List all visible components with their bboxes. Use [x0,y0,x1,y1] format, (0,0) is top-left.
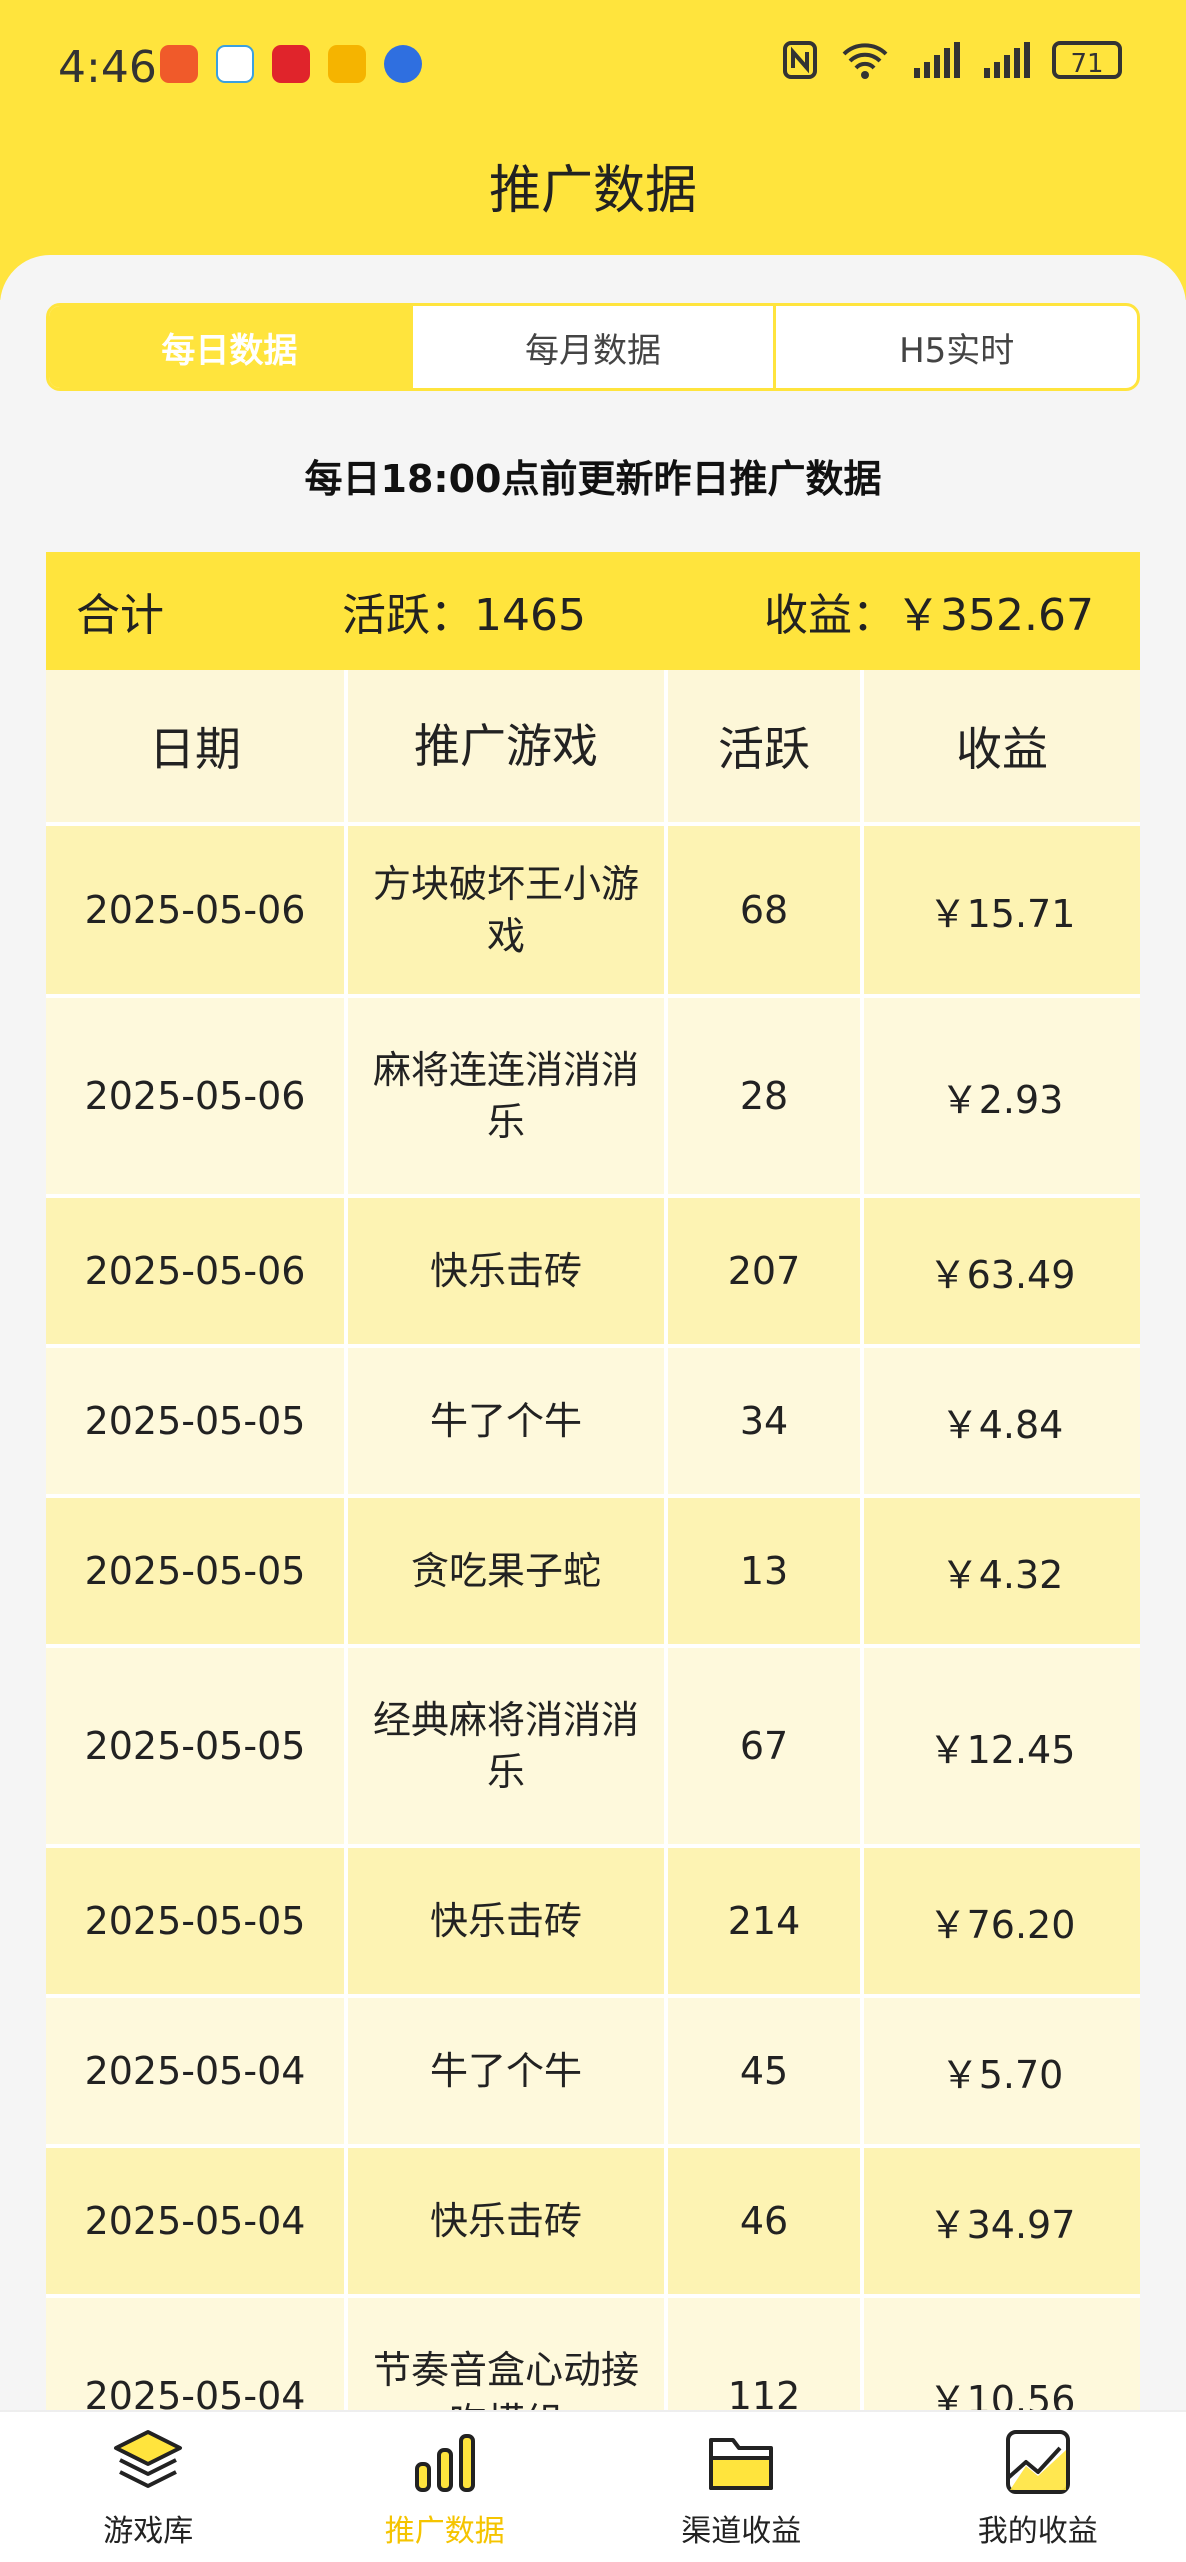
cell-income: ￥4.84 [864,1348,1140,1494]
cell-income: ￥4.32 [864,1498,1140,1644]
summary-income-value: ￥352.67 [896,590,1094,641]
column-header-active: 活跃 [668,670,864,822]
cell-game: 方块破坏王小游戏 [348,826,668,994]
cell-income: ￥5.70 [864,1998,1140,2144]
cell-date: 2025-05-05 [46,1648,348,1844]
cell-date: 2025-05-04 [46,1998,348,2144]
layers-icon [110,2424,186,2500]
mail-icon [328,45,366,83]
app-notification-icon [160,45,198,83]
status-time: 4:46 [58,42,157,93]
app-notification-icon [216,45,254,83]
cell-active: 45 [668,1998,864,2144]
cell-date: 2025-05-06 [46,826,348,994]
table-row[interactable]: 2025-05-05 牛了个牛 34 ￥4.84 [46,1348,1140,1498]
nav-label: 我的收益 [978,2506,1098,2550]
table-row[interactable]: 2025-05-04 快乐击砖 46 ￥34.97 [46,2148,1140,2298]
cell-income: ￥12.45 [864,1648,1140,1844]
nav-promotion-data[interactable]: 推广数据 [297,2412,594,2562]
cell-date: 2025-05-06 [46,1198,348,1344]
app-notification-icon [272,45,310,83]
summary-active: 活跃：1465 [342,579,586,643]
cell-game: 贪吃果子蛇 [348,1498,668,1644]
app-notification-icon [384,45,422,83]
cell-date: 2025-05-05 [46,1498,348,1644]
tab-bar: 每日数据 每月数据 H5实时 [46,303,1140,391]
cell-game: 快乐击砖 [348,2148,668,2294]
cell-game: 牛了个牛 [348,1998,668,2144]
wifi-icon [840,40,890,80]
signal-icon [912,40,960,80]
table-row[interactable]: 2025-05-06 方块破坏王小游戏 68 ￥15.71 [46,826,1140,998]
tab-monthly[interactable]: 每月数据 [410,306,774,388]
column-header-date: 日期 [46,670,348,822]
table-row[interactable]: 2025-05-05 快乐击砖 214 ￥76.20 [46,1848,1140,1998]
notification-icons [160,45,422,83]
status-bar: 4:46 71 [0,0,1186,130]
summary-income: 收益：￥352.67 [764,579,1094,643]
cell-active: 28 [668,998,864,1194]
cell-game: 快乐击砖 [348,1198,668,1344]
cell-income: ￥2.93 [864,998,1140,1194]
summary-label: 合计 [76,579,164,643]
tab-daily[interactable]: 每日数据 [49,306,410,388]
cell-income: ￥34.97 [864,2148,1140,2294]
data-table: 日期 推广游戏 活跃 收益 2025-05-06 方块破坏王小游戏 68 ￥15… [46,670,1140,2498]
cell-active: 214 [668,1848,864,1994]
summary-active-label: 活跃： [342,590,474,641]
cell-date: 2025-05-05 [46,1848,348,1994]
battery-icon: 71 [1052,41,1122,79]
table-row[interactable]: 2025-05-06 快乐击砖 207 ￥63.49 [46,1198,1140,1348]
nav-game-library[interactable]: 游戏库 [0,2412,297,2562]
cell-date: 2025-05-04 [46,2148,348,2294]
table-row[interactable]: 2025-05-06 麻将连连消消消乐 28 ￥2.93 [46,998,1140,1198]
cell-game: 快乐击砖 [348,1848,668,1994]
cell-date: 2025-05-06 [46,998,348,1194]
table-row[interactable]: 2025-05-05 经典麻将消消消乐 67 ￥12.45 [46,1648,1140,1848]
cell-active: 207 [668,1198,864,1344]
tab-h5-realtime[interactable]: H5实时 [773,306,1137,388]
cell-date: 2025-05-05 [46,1348,348,1494]
nfc-icon [782,40,818,80]
folder-icon [703,2424,779,2500]
cell-game: 经典麻将消消消乐 [348,1648,668,1844]
signal-icon [982,40,1030,80]
column-header-game: 推广游戏 [348,670,668,822]
cell-active: 46 [668,2148,864,2294]
table-row[interactable]: 2025-05-05 贪吃果子蛇 13 ￥4.32 [46,1498,1140,1648]
system-icons: 71 [782,40,1122,80]
bar-chart-icon [407,2424,483,2500]
summary-income-label: 收益： [764,590,896,641]
nav-my-income[interactable]: 我的收益 [890,2412,1186,2562]
cell-active: 68 [668,826,864,994]
trend-chart-icon [1000,2424,1076,2500]
page-title: 推广数据 [0,148,1186,223]
table-row[interactable]: 2025-05-04 牛了个牛 45 ￥5.70 [46,1998,1140,2148]
update-notice: 每日18:00点前更新昨日推广数据 [0,448,1186,503]
cell-active: 13 [668,1498,864,1644]
summary-bar: 合计 活跃：1465 收益：￥352.67 [46,552,1140,670]
cell-active: 34 [668,1348,864,1494]
nav-channel-income[interactable]: 渠道收益 [593,2412,890,2562]
nav-label: 游戏库 [103,2506,193,2550]
cell-game: 麻将连连消消消乐 [348,998,668,1194]
cell-game: 牛了个牛 [348,1348,668,1494]
column-header-income: 收益 [864,670,1140,822]
nav-label: 渠道收益 [681,2506,801,2550]
cell-income: ￥15.71 [864,826,1140,994]
cell-income: ￥63.49 [864,1198,1140,1344]
nav-label: 推广数据 [385,2506,505,2550]
summary-active-value: 1465 [474,590,586,641]
cell-income: ￥76.20 [864,1848,1140,1994]
cell-active: 67 [668,1648,864,1844]
bottom-navigation: 游戏库 推广数据 渠道收益 我的收益 [0,2410,1186,2562]
table-header-row: 日期 推广游戏 活跃 收益 [46,670,1140,826]
